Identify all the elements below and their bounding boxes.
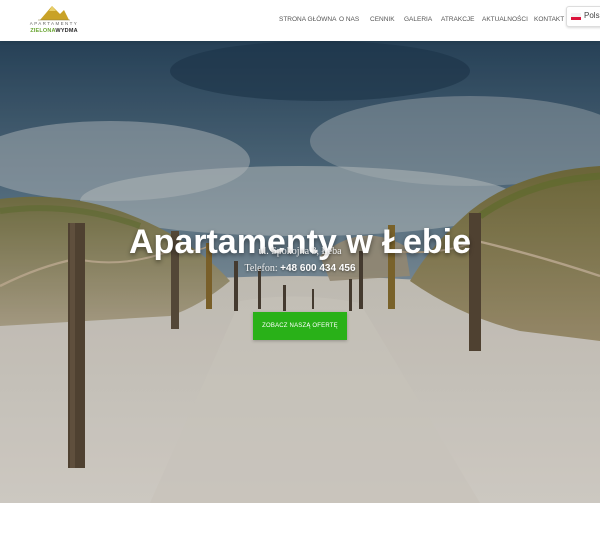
language-switcher[interactable]: Polsk	[566, 6, 600, 27]
nav-item-about[interactable]: O NAS	[339, 16, 359, 23]
hero-section: Apartamenty w Łebie ul. Spokojna 3, Łeba…	[0, 41, 600, 503]
logo-brand-text: ZIELONAWYDMA	[28, 28, 80, 34]
logo-brand-green: ZIELONA	[30, 28, 56, 34]
nav-item-attractions[interactable]: ATRAKCJE	[441, 16, 474, 23]
nav-item-contact[interactable]: KONTAKT	[534, 16, 564, 23]
see-offer-button[interactable]: ZOBACZ NASZĄ OFERTĘ	[253, 312, 347, 340]
language-label: Polsk	[584, 11, 600, 20]
poland-flag-icon	[571, 13, 581, 20]
logo-brand-dark: WYDMA	[55, 28, 78, 34]
site-header: APARTAMENTY ZIELONAWYDMA STRONA GŁÓWNA O…	[0, 0, 600, 41]
hero-phone-line: Telefon: +48 600 434 456	[0, 263, 600, 274]
nav-item-pricing[interactable]: CENNIK	[370, 16, 395, 23]
nav-item-news[interactable]: AKTUALNOŚCI	[482, 16, 528, 23]
nav-item-home[interactable]: STRONA GŁÓWNA	[279, 16, 336, 23]
hero-phone-number[interactable]: +48 600 434 456	[280, 263, 355, 274]
nav-item-gallery[interactable]: GALERIA	[404, 16, 432, 23]
hero-phone-label: Telefon:	[244, 263, 281, 274]
hero-address: ul. Spokojna 3, Łeba	[258, 246, 342, 257]
main-nav: STRONA GŁÓWNA O NAS CENNIK GALERIA ATRAK…	[0, 16, 600, 28]
